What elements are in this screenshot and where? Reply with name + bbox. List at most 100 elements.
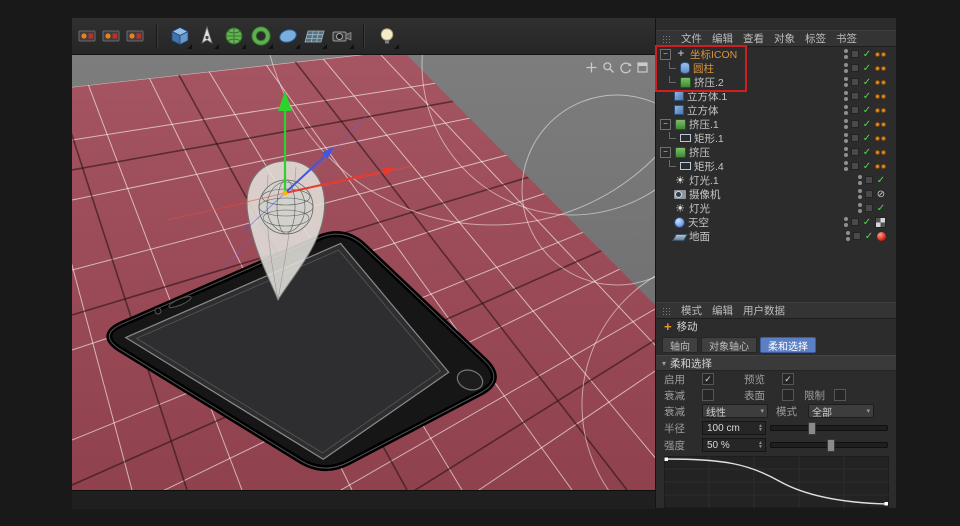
enabled-check-icon[interactable]: ✓: [876, 203, 886, 214]
enabled-check-icon[interactable]: ✓: [862, 63, 872, 74]
enable-checkbox[interactable]: ✓: [702, 373, 714, 385]
falloff-checkbox[interactable]: [702, 389, 714, 401]
enabled-check-icon[interactable]: ✓: [862, 147, 872, 158]
object-row[interactable]: 天空 ✓: [656, 215, 896, 229]
enabled-check-icon[interactable]: ✓: [862, 119, 872, 130]
pan-icon[interactable]: [584, 60, 598, 74]
render-toggle[interactable]: [851, 134, 859, 142]
render-toggle[interactable]: [851, 106, 859, 114]
cube-primitive-icon[interactable]: [166, 23, 193, 50]
object-row[interactable]: 摄像机 ⊘: [656, 187, 896, 201]
render-toggle[interactable]: [851, 162, 859, 170]
visibility-dots-toggle[interactable]: [844, 91, 848, 101]
menu-am-edit[interactable]: 编辑: [712, 303, 733, 318]
visibility-dots-toggle[interactable]: [844, 217, 848, 227]
render-toggle[interactable]: [851, 78, 859, 86]
visibility-dots-toggle[interactable]: [844, 77, 848, 87]
enabled-check-icon[interactable]: ✓: [862, 91, 872, 102]
object-row[interactable]: 立方体 ✓: [656, 103, 896, 117]
axis-tag-icon[interactable]: [875, 108, 886, 113]
visibility-dots-toggle[interactable]: [858, 203, 862, 213]
panel-grip-icon[interactable]: [662, 35, 670, 43]
mode-dropdown[interactable]: 全部▾: [808, 404, 874, 418]
torus-generator-icon[interactable]: [247, 23, 274, 50]
panel-grip-icon[interactable]: [662, 307, 670, 315]
axis-tag-icon[interactable]: [875, 164, 886, 169]
soft-selection-section-header[interactable]: ▾ 柔和选择: [656, 355, 896, 371]
light-icon[interactable]: [373, 23, 400, 50]
menu-mode[interactable]: 模式: [681, 303, 702, 318]
enabled-check-icon[interactable]: ✓: [862, 217, 872, 228]
volume-icon[interactable]: [274, 23, 301, 50]
strength-slider-knob[interactable]: [827, 439, 835, 452]
axis-tag-icon[interactable]: [875, 52, 886, 57]
radius-slider-knob[interactable]: [808, 422, 816, 435]
axis-tag-icon[interactable]: [875, 122, 886, 127]
restrict-checkbox[interactable]: [834, 389, 846, 401]
enabled-check-icon[interactable]: ✓: [862, 77, 872, 88]
object-row[interactable]: − 挤压 ✓: [656, 145, 896, 159]
axis-tag-icon[interactable]: [875, 150, 886, 155]
render-toggle[interactable]: [851, 120, 859, 128]
render-toggle[interactable]: [853, 232, 861, 240]
visibility-dots-toggle[interactable]: [844, 49, 848, 59]
render-toggle[interactable]: [851, 64, 859, 72]
visibility-dots-toggle[interactable]: [858, 189, 862, 199]
zoom-icon[interactable]: [601, 60, 615, 74]
tab-object-axis[interactable]: 对象轴心: [701, 337, 757, 353]
visibility-dots-toggle[interactable]: [844, 133, 848, 143]
render-toggle[interactable]: [851, 92, 859, 100]
clip-icon-2[interactable]: [100, 26, 122, 46]
menu-user-data[interactable]: 用户数据: [743, 303, 785, 318]
falloff-curve-editor[interactable]: [664, 456, 889, 513]
viewport-3d-scene[interactable]: [72, 55, 655, 490]
enabled-check-icon[interactable]: ✓: [876, 175, 886, 186]
strength-field[interactable]: 50 %▲▼: [702, 438, 766, 452]
render-toggle[interactable]: [851, 50, 859, 58]
tab-soft-selection[interactable]: 柔和选择: [760, 337, 816, 353]
visibility-dots-toggle[interactable]: [846, 231, 850, 241]
material-tag-icon[interactable]: [877, 232, 886, 241]
visibility-dots-toggle[interactable]: [844, 119, 848, 129]
enabled-check-icon[interactable]: ✓: [862, 161, 872, 172]
visibility-dots-toggle[interactable]: [844, 161, 848, 171]
collapse-toggle[interactable]: −: [660, 147, 671, 158]
camera-off-icon[interactable]: ⊘: [876, 189, 886, 200]
clip-icon-3[interactable]: [124, 26, 146, 46]
gizmo-origin[interactable]: [283, 191, 288, 196]
clip-icon-1[interactable]: [76, 26, 98, 46]
surface-checkbox[interactable]: [782, 389, 794, 401]
curve-point-end[interactable]: [885, 502, 889, 506]
camera-icon[interactable]: [328, 23, 355, 50]
menu-view[interactable]: 查看: [743, 31, 764, 46]
object-row[interactable]: 矩形.1 ✓: [656, 131, 896, 145]
falloff-dropdown[interactable]: 线性▾: [702, 404, 768, 418]
rotate-icon[interactable]: [618, 60, 632, 74]
curve-point-start[interactable]: [665, 458, 669, 462]
render-toggle[interactable]: [851, 218, 859, 226]
visibility-dots-toggle[interactable]: [844, 63, 848, 73]
render-toggle[interactable]: [865, 204, 873, 212]
radius-slider[interactable]: [770, 425, 888, 431]
axis-tag-icon[interactable]: [875, 66, 886, 71]
render-toggle[interactable]: [851, 148, 859, 156]
menu-object[interactable]: 对象: [774, 31, 795, 46]
menu-bookmarks[interactable]: 书签: [836, 31, 857, 46]
array-grid-icon[interactable]: [301, 23, 328, 50]
subdivision-surface-icon[interactable]: [220, 23, 247, 50]
object-row[interactable]: ☀ 灯光 ✓: [656, 201, 896, 215]
object-row[interactable]: 矩形.4 ✓: [656, 159, 896, 173]
visibility-dots-toggle[interactable]: [844, 147, 848, 157]
visibility-dots-toggle[interactable]: [858, 175, 862, 185]
render-toggle[interactable]: [865, 176, 873, 184]
enabled-check-icon[interactable]: ✓: [862, 49, 872, 60]
axis-tag-icon[interactable]: [875, 136, 886, 141]
spline-pen-icon[interactable]: [193, 23, 220, 50]
preview-checkbox[interactable]: ✓: [782, 373, 794, 385]
axis-tag-icon[interactable]: [875, 80, 886, 85]
tab-axis[interactable]: 轴向: [662, 337, 698, 353]
strength-slider[interactable]: [770, 442, 888, 448]
menu-tags[interactable]: 标签: [805, 31, 826, 46]
radius-field[interactable]: 100 cm▲▼: [702, 421, 766, 435]
enabled-check-icon[interactable]: ✓: [862, 133, 872, 144]
